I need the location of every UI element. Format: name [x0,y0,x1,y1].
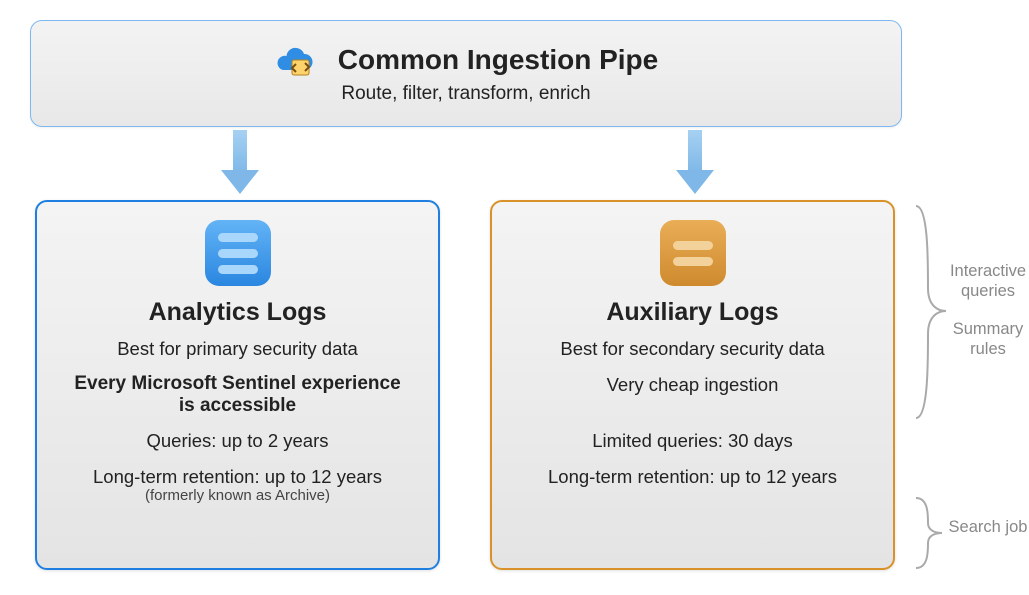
analytics-retention-note: (formerly known as Archive) [145,487,330,504]
analytics-title: Analytics Logs [149,298,327,327]
analytics-highlight: Every Microsoft Sentinel experience is a… [73,373,402,417]
analytics-queries: Queries: up to 2 years [146,429,328,453]
analytics-best-for: Best for primary security data [117,337,358,361]
auxiliary-queries: Limited queries: 30 days [592,429,793,453]
annotation-interactive-queries: Interactive queries [948,262,1028,302]
pipe-title: Common Ingestion Pipe [338,44,658,76]
cloud-transform-icon [274,42,316,78]
diagram-stage: Common Ingestion Pipe Route, filter, tra… [0,0,1029,595]
annotation-summary-rules: Summary rules [948,320,1028,360]
common-ingestion-pipe-box: Common Ingestion Pipe Route, filter, tra… [30,20,902,127]
annotation-search-job: Search job [948,518,1028,538]
pipe-subtitle: Route, filter, transform, enrich [341,83,590,105]
arrow-to-auxiliary-icon [680,130,710,192]
analytics-logs-icon [205,220,271,286]
auxiliary-logs-card: Auxiliary Logs Best for secondary securi… [490,200,895,570]
auxiliary-retention: Long-term retention: up to 12 years [548,465,837,489]
auxiliary-best-for: Best for secondary security data [560,337,824,361]
arrow-to-analytics-icon [225,130,255,192]
auxiliary-highlight: Very cheap ingestion [607,373,779,397]
analytics-logs-card: Analytics Logs Best for primary security… [35,200,440,570]
analytics-retention: Long-term retention: up to 12 years [93,465,382,489]
auxiliary-title: Auxiliary Logs [606,298,778,327]
auxiliary-logs-icon [660,220,726,286]
